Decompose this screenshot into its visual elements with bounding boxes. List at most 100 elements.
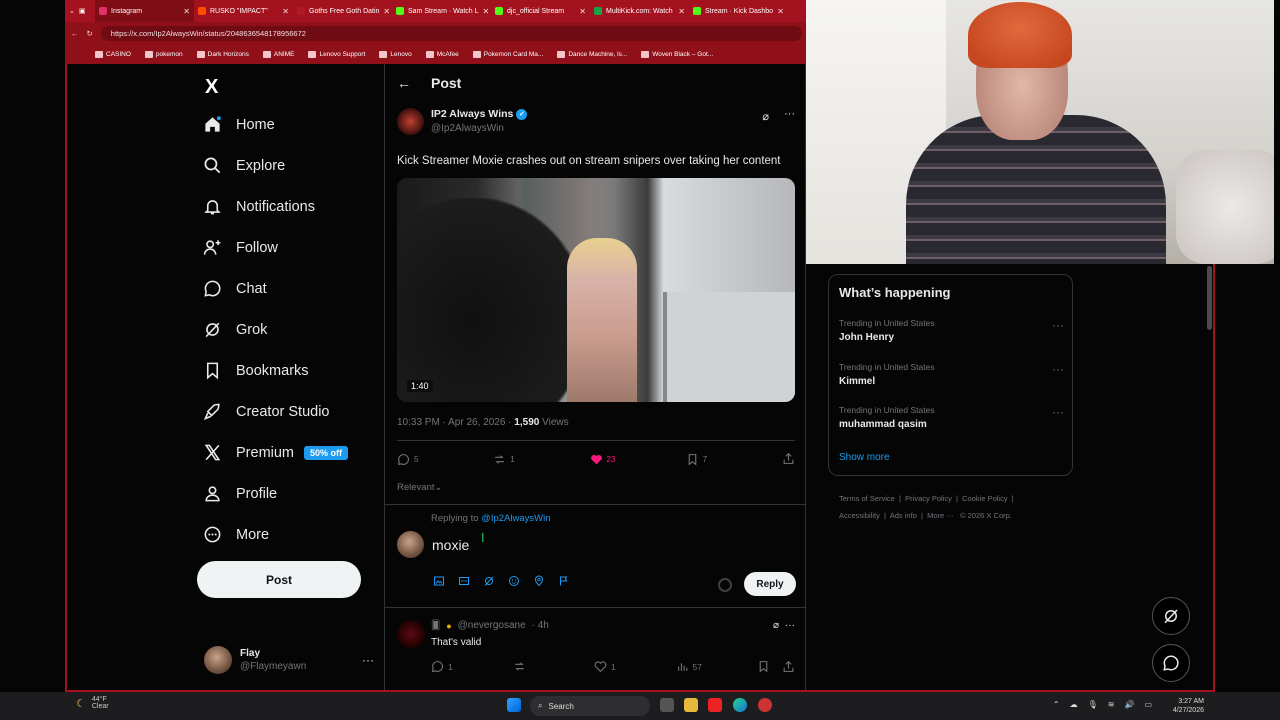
trend-item[interactable]: Trending in United States Kimmel ··· (839, 362, 1064, 387)
author-name-row[interactable]: IP2 Always Wins ✓ (431, 108, 755, 120)
more-icon[interactable]: ··· (1052, 362, 1064, 376)
close-icon[interactable]: ✕ (282, 7, 289, 16)
tweet-video[interactable]: 1:40 (397, 178, 795, 402)
chevron-up-icon[interactable]: ⌃ (1053, 700, 1060, 709)
bookmark-action[interactable]: 7 (686, 453, 782, 466)
more-icon[interactable]: ··· (1052, 405, 1064, 419)
battery-icon[interactable]: ▭ (1144, 700, 1152, 709)
more-icon[interactable]: ··· (785, 620, 795, 631)
bookmark-item[interactable]: Pokemon Card Ma... (472, 50, 543, 58)
mic-icon[interactable]: 🎙 (1088, 700, 1098, 709)
back-arrow-icon[interactable]: ← (397, 75, 411, 91)
reply-action[interactable]: 1 (431, 660, 513, 673)
footer-link[interactable]: Ads info (890, 511, 917, 520)
location-icon[interactable] (533, 575, 545, 587)
browser-tab[interactable]: Stream · Kick Dashbo ✕ (689, 0, 788, 22)
trend-item[interactable]: Trending in United States John Henry ··· (839, 318, 1064, 343)
bookmark-item[interactable]: CASINO (95, 50, 131, 58)
bookmark-item[interactable]: McAfee (425, 50, 459, 58)
cloud-icon[interactable]: ☁ (1070, 700, 1078, 709)
reply-button[interactable]: Reply (744, 572, 796, 596)
image-icon[interactable] (433, 575, 445, 587)
repost-action[interactable]: 1 (493, 453, 589, 466)
youtube-icon[interactable] (708, 698, 722, 712)
reply-action[interactable]: 5 (397, 453, 493, 466)
browser-tab[interactable]: RUSKO "IMPACT" ✕ (194, 0, 293, 22)
browser-tab[interactable]: MultiKick.com: Watch ✕ (590, 0, 689, 22)
url-field[interactable]: https://x.com/Ip2AlwaysWin/status/204863… (100, 25, 802, 41)
nav-item-follow[interactable]: Follow (190, 227, 384, 268)
more-icon[interactable]: ··· (1052, 318, 1064, 332)
bookmark-item[interactable]: Dance Machine, ls... (557, 50, 627, 58)
workspaces-icon[interactable]: ▣ (79, 7, 86, 15)
browser-tab[interactable]: djc_official Stream ✕ (491, 0, 590, 22)
reply-input[interactable]: moxie (432, 537, 469, 553)
nav-item-explore[interactable]: Explore (190, 145, 384, 186)
chevron-down-icon[interactable]: ⌄ (69, 7, 75, 15)
account-switcher[interactable]: Flay @Flaymeyawn ··· (204, 644, 374, 676)
nav-item-creator-studio[interactable]: Creator Studio (190, 391, 384, 432)
browser-tab[interactable]: Goths Free Goth Datin ✕ (293, 0, 392, 22)
bookmark-item[interactable]: Lenovo Support (308, 50, 365, 58)
nav-item-home[interactable]: Home (190, 104, 384, 145)
scrollbar[interactable] (1206, 264, 1214, 690)
footer-link[interactable]: Terms of Service (839, 494, 895, 503)
task-view-icon[interactable] (660, 698, 674, 712)
grok-icon[interactable]: ⌀ (773, 620, 779, 631)
weather-widget[interactable]: ☾ 44°F Clear (76, 696, 109, 710)
replying-handle[interactable]: @Ip2AlwaysWin (481, 513, 550, 524)
footer-link[interactable]: More ··· (927, 511, 954, 520)
nav-item-more[interactable]: More (190, 514, 384, 555)
nav-item-bookmarks[interactable]: Bookmarks (190, 350, 384, 391)
repost-action[interactable] (513, 660, 595, 673)
share-action[interactable] (782, 452, 795, 467)
gif-icon[interactable] (458, 575, 470, 587)
browser-tab[interactable]: Instagram ✕ (95, 0, 194, 22)
author-handle[interactable]: @Ip2AlwaysWin (431, 123, 755, 134)
nav-item-premium[interactable]: Premium 50% off (190, 432, 384, 473)
nav-item-notifications[interactable]: Notifications (190, 186, 384, 227)
nav-item-profile[interactable]: Profile (190, 473, 384, 514)
bookmark-item[interactable]: Woven Black – Got... (641, 50, 713, 58)
bookmark-item[interactable]: pokemon (144, 50, 183, 58)
close-icon[interactable]: ✕ (183, 7, 190, 16)
bookmark-item[interactable]: ANIME (262, 50, 294, 58)
scroll-thumb[interactable] (1207, 266, 1212, 330)
grok-icon[interactable] (483, 575, 495, 587)
reply-author-avatar[interactable] (397, 620, 425, 648)
footer-link[interactable]: Accessibility (839, 511, 880, 520)
reply-author-handle[interactable]: @nevergosane (458, 620, 526, 631)
close-icon[interactable]: ✕ (777, 7, 784, 16)
author-avatar[interactable] (397, 108, 424, 135)
app-icon[interactable] (758, 698, 772, 712)
flag-icon[interactable] (558, 575, 570, 587)
refresh-icon[interactable]: ↻ (87, 29, 93, 38)
close-icon[interactable]: ✕ (579, 7, 586, 16)
nav-item-grok[interactable]: Grok (190, 309, 384, 350)
bookmark-icon[interactable] (757, 660, 770, 673)
close-icon[interactable]: ✕ (483, 7, 490, 16)
footer-link[interactable]: Privacy Policy (905, 494, 952, 503)
volume-icon[interactable]: 🔊 (1124, 700, 1134, 709)
like-action[interactable]: 1 (594, 660, 676, 673)
file-explorer-icon[interactable] (684, 698, 698, 712)
views-action[interactable]: 57 (676, 660, 758, 673)
trend-item[interactable]: Trending in United States muhammad qasim… (839, 405, 1064, 430)
x-logo[interactable]: X (205, 76, 218, 99)
emoji-icon[interactable] (508, 575, 520, 587)
grok-icon[interactable]: ⌀ (762, 110, 769, 123)
close-icon[interactable]: ✕ (383, 7, 390, 16)
sort-replies-dropdown[interactable]: Relevant ⌄ (397, 477, 795, 497)
back-icon[interactable]: ← (71, 29, 79, 38)
post-button[interactable]: Post (197, 561, 361, 598)
wifi-icon[interactable]: ≋ (1108, 700, 1115, 709)
show-more-link[interactable]: Show more (839, 452, 890, 463)
taskbar-clock[interactable]: 3:27 AM 4/27/2026 (1173, 697, 1204, 715)
grok-floating-button[interactable] (1152, 597, 1190, 635)
tweet-timestamp[interactable]: 10:33 PM · Apr 26, 2026 · (397, 417, 514, 428)
chat-floating-button[interactable] (1152, 644, 1190, 682)
taskbar-search[interactable]: ⌕ Search (530, 696, 650, 716)
more-icon[interactable]: ··· (784, 108, 795, 120)
nav-item-chat[interactable]: Chat (190, 268, 384, 309)
bookmark-item[interactable]: Dark Horizons (196, 50, 249, 58)
